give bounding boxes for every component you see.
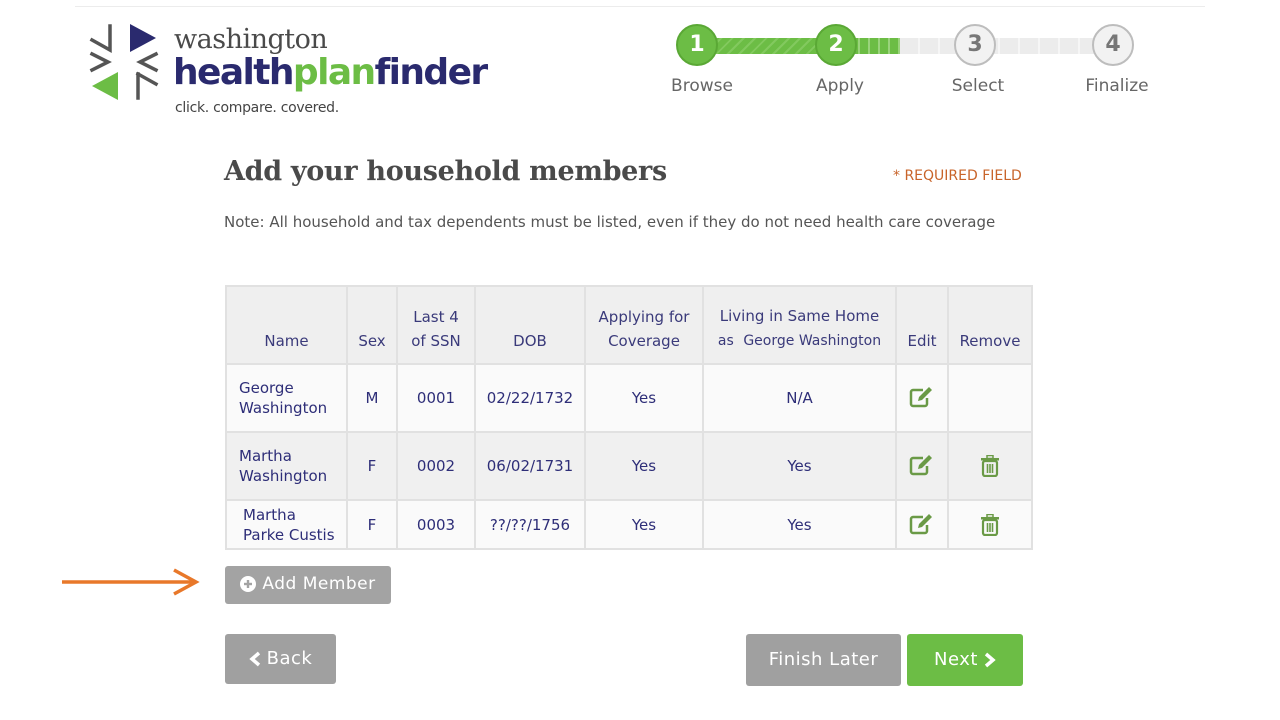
table-row: George Washington M 0001 02/22/1732 Yes N…	[225, 363, 1033, 433]
col-same-home: Living in Same Home as George Washington	[702, 285, 897, 365]
next-label: Next	[934, 649, 978, 670]
col-remove: Remove	[947, 285, 1033, 365]
chevron-left-icon	[248, 651, 260, 667]
progress-stepper: 1 2 3 4 Browse Apply Select Finalize	[670, 24, 1160, 104]
logo[interactable]: washington healthplanfinder click. compa…	[88, 22, 488, 122]
member-same-home: N/A	[702, 363, 897, 433]
pencil-square-icon	[909, 387, 932, 408]
member-coverage: Yes	[584, 499, 704, 550]
plus-circle-icon	[240, 576, 257, 592]
logo-finder: finder	[374, 52, 489, 93]
step-3-label: Select	[951, 76, 1005, 96]
next-button[interactable]: Next	[907, 634, 1023, 686]
edit-member-button[interactable]	[895, 499, 949, 550]
logo-health: health	[173, 52, 295, 93]
col-edit: Edit	[895, 285, 949, 365]
member-sex: F	[346, 499, 398, 550]
logo-tagline: click. compare. covered.	[175, 100, 339, 116]
household-members-table: Name Sex Last 4 of SSN DOB Applying for Co…	[225, 285, 1033, 550]
member-same-home: Yes	[702, 499, 897, 550]
member-coverage: Yes	[584, 431, 704, 501]
member-name: Martha Parke Custis	[225, 499, 348, 550]
member-ssn: 0002	[396, 431, 476, 501]
step-1-label: Browse	[671, 76, 733, 96]
pencil-square-icon	[909, 513, 932, 534]
edit-member-button[interactable]	[895, 363, 949, 433]
edit-member-button[interactable]	[895, 431, 949, 501]
member-dob: 02/22/1732	[474, 363, 586, 433]
annotation-arrow-icon	[62, 568, 200, 596]
back-label: Back	[266, 648, 313, 669]
member-ssn: 0003	[396, 499, 476, 550]
member-coverage: Yes	[584, 363, 704, 433]
member-same-home: Yes	[702, 431, 897, 501]
finish-later-label: Finish Later	[768, 649, 879, 670]
remove-member-button[interactable]	[947, 431, 1033, 501]
household-note: Note: All household and tax dependents m…	[224, 213, 996, 231]
pencil-square-icon	[909, 455, 932, 476]
member-ssn: 0001	[396, 363, 476, 433]
required-field-note: * REQUIRED FIELD	[893, 168, 1022, 184]
col-coverage: Applying for Coverage	[584, 285, 704, 365]
table-row: Martha Washington F 0002 06/02/1731 Yes Y…	[225, 431, 1033, 501]
member-sex: M	[346, 363, 398, 433]
member-name: George Washington	[225, 363, 348, 433]
finish-later-button[interactable]: Finish Later	[746, 634, 901, 686]
chevron-right-icon	[984, 652, 996, 668]
page-title: Add your household members	[224, 156, 667, 187]
member-dob: ??/??/1756	[474, 499, 586, 550]
col-dob: DOB	[474, 285, 586, 365]
member-dob: 06/02/1731	[474, 431, 586, 501]
remove-member-button[interactable]	[947, 499, 1033, 550]
remove-cell-empty	[947, 363, 1033, 433]
col-ssn: Last 4 of SSN	[396, 285, 476, 365]
logo-plan: plan	[292, 52, 376, 93]
back-button[interactable]: Back	[225, 634, 336, 684]
top-divider	[75, 6, 1205, 7]
trash-icon	[981, 455, 999, 477]
step-2-circle[interactable]: 2	[815, 24, 857, 66]
add-member-button[interactable]: Add Member	[225, 566, 391, 604]
logo-wordmark: healthplanfinder	[173, 52, 489, 93]
table-header-row: Name Sex Last 4 of SSN DOB Applying for Co…	[225, 285, 1033, 365]
step-4-circle: 4	[1092, 24, 1134, 66]
add-member-label: Add Member	[262, 574, 376, 594]
member-sex: F	[346, 431, 398, 501]
table-row: Martha Parke Custis F 0003 ??/??/1756 Yes…	[225, 499, 1033, 550]
step-1-circle[interactable]: 1	[676, 24, 718, 66]
logo-washington: washington	[174, 24, 328, 55]
step-3-circle: 3	[954, 24, 996, 66]
trash-icon	[981, 513, 999, 536]
col-name: Name	[225, 285, 348, 365]
member-name: Martha Washington	[225, 431, 348, 501]
step-4-label: Finalize	[1085, 76, 1149, 96]
stepper-track-upcoming	[900, 38, 1100, 54]
step-2-label: Apply	[816, 76, 864, 96]
logo-star-icon	[89, 24, 159, 100]
col-sex: Sex	[346, 285, 398, 365]
